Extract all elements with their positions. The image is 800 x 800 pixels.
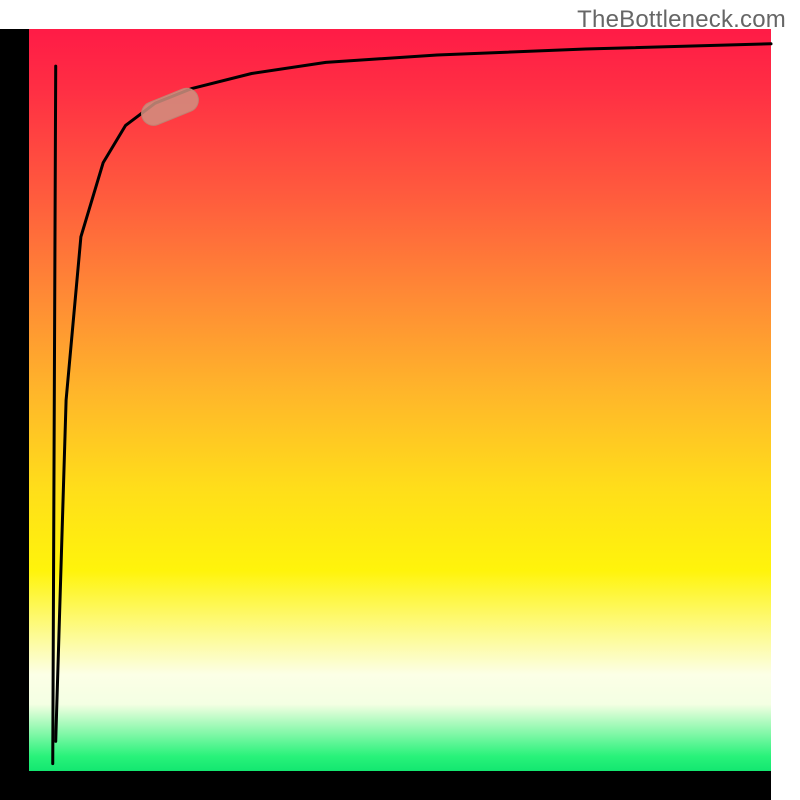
y-axis-bar: [0, 29, 29, 771]
main-curve: [56, 44, 771, 742]
axis-origin-corner: [0, 771, 29, 800]
curve-group: [53, 44, 771, 764]
bottleneck-chart-canvas: TheBottleneck.com: [0, 0, 800, 800]
branding-label: TheBottleneck.com: [577, 6, 786, 34]
spike-line: [53, 66, 56, 763]
curve-highlight-marker: [138, 85, 202, 129]
x-axis-bar: [29, 771, 771, 800]
curve-layer: [29, 29, 771, 771]
